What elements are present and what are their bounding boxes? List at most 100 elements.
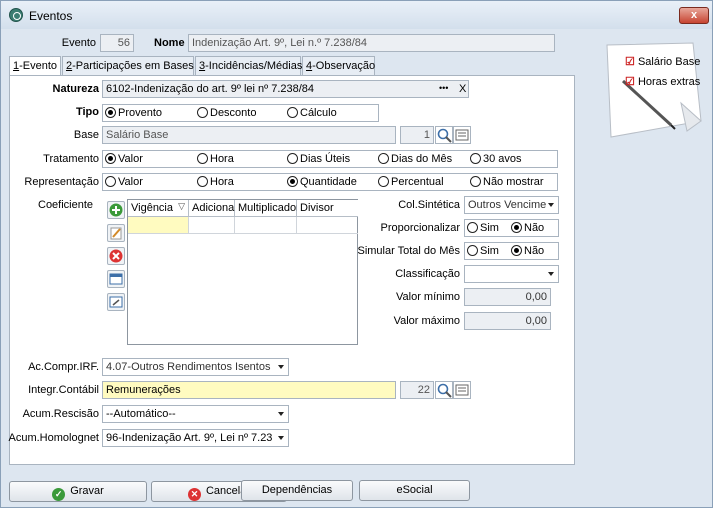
tipo-calculo[interactable]: Cálculo	[287, 107, 337, 119]
natureza-lookup-button[interactable]: •••	[439, 83, 448, 93]
properties-icon	[109, 296, 123, 308]
tratamento-label: Tratamento	[43, 153, 99, 165]
grid-delete-button[interactable]	[107, 247, 125, 265]
acum-homolognet-select[interactable]: 96-Indenização Art. 9º, Lei nº 7.23	[102, 429, 289, 447]
natureza-field[interactable]: 6102-Indenização do art. 9º lei nº 7.238…	[102, 80, 469, 98]
radio-icon	[105, 107, 116, 118]
valor-minimo-field[interactable]: 0,00	[464, 288, 551, 306]
tratamento-dias-uteis[interactable]: Dias Úteis	[287, 153, 350, 165]
grid-add-button[interactable]	[107, 201, 125, 219]
col-sintetica-label: Col.Sintética	[398, 199, 460, 211]
title-bar: Eventos x	[1, 1, 712, 29]
acum-homolognet-label: Acum.Homolognet	[8, 432, 100, 444]
tab-participacoes[interactable]: 2-Participações em Bases	[62, 56, 194, 75]
radio-icon	[511, 222, 522, 233]
list-icon	[455, 129, 469, 141]
proporcionalizar-nao[interactable]: Não	[511, 222, 544, 234]
delete-icon	[109, 249, 123, 263]
check-icon: ☑	[625, 76, 635, 88]
tratamento-dias-mes[interactable]: Dias do Mês	[378, 153, 452, 165]
close-button[interactable]: x	[679, 7, 709, 24]
chevron-down-icon	[278, 365, 284, 369]
ac-compr-label: Ac.Compr.IRF.	[28, 361, 99, 373]
grid-edit-button[interactable]	[107, 224, 125, 242]
col-multiplicador[interactable]: Multiplicador	[235, 200, 300, 217]
window-icon	[109, 273, 123, 285]
ac-compr-select[interactable]: 4.07-Outros Rendimentos Isentos	[102, 358, 289, 376]
tratamento-valor[interactable]: Valor	[105, 153, 143, 165]
radio-icon	[511, 245, 522, 256]
classificacao-select[interactable]	[464, 265, 559, 283]
tipo-provento[interactable]: Provento	[105, 107, 162, 119]
search-icon	[437, 383, 452, 398]
tratamento-30-avos[interactable]: 30 avos	[470, 153, 522, 165]
tab-observacao[interactable]: 4-Observação	[302, 56, 375, 75]
natureza-label: Natureza	[52, 83, 99, 95]
tipo-desconto[interactable]: Desconto	[197, 107, 256, 119]
radio-icon	[287, 176, 298, 187]
col-divisor[interactable]: Divisor	[297, 200, 358, 217]
grid-cell[interactable]	[297, 217, 358, 234]
chevron-down-icon	[278, 436, 284, 440]
representacao-radio-group: Valor Hora Quantidade Percentual Não mos…	[102, 173, 558, 191]
integr-search-button[interactable]	[435, 381, 453, 399]
natureza-clear-button[interactable]: X	[459, 83, 466, 95]
chevron-down-icon	[278, 412, 284, 416]
radio-icon	[105, 153, 116, 164]
window-title: Eventos	[29, 9, 73, 23]
evento-label: Evento	[61, 37, 96, 49]
radio-icon	[467, 222, 478, 233]
nome-label: Nome	[154, 37, 185, 49]
representacao-quantidade[interactable]: Quantidade	[287, 176, 357, 188]
grid-cell[interactable]	[128, 217, 189, 234]
tab-evento[interactable]: 1-Evento	[9, 56, 61, 76]
integr-code-field[interactable]: 22	[400, 381, 434, 399]
base-list-button[interactable]	[453, 126, 471, 144]
representacao-percentual[interactable]: Percentual	[378, 176, 444, 188]
tratamento-radio-group: Valor Hora Dias Úteis Dias do Mês 30 avo…	[102, 150, 558, 168]
radio-icon	[378, 176, 389, 187]
radio-icon	[197, 176, 208, 187]
dependencias-button[interactable]: Dependências	[241, 480, 353, 501]
integr-contabil-field[interactable]: Remunerações	[102, 381, 396, 399]
base-search-button[interactable]	[435, 126, 453, 144]
chevron-down-icon	[548, 203, 554, 207]
grid-cell[interactable]	[189, 217, 235, 234]
acum-rescisao-label: Acum.Rescisão	[22, 408, 99, 420]
tratamento-hora[interactable]: Hora	[197, 153, 234, 165]
proporcionalizar-label: Proporcionalizar	[380, 222, 460, 234]
col-sintetica-select[interactable]: Outros Vencime	[464, 196, 559, 214]
chevron-down-icon	[548, 272, 554, 276]
radio-icon	[287, 107, 298, 118]
proporcionalizar-sim[interactable]: Sim	[467, 222, 499, 234]
grid-properties-button[interactable]	[107, 293, 125, 311]
col-vigencia[interactable]: Vigência ▽	[128, 200, 189, 217]
coeficiente-grid[interactable]: Vigência ▽ Adicional Multiplicador Diviso…	[127, 199, 358, 345]
radio-icon	[470, 176, 481, 187]
integr-list-button[interactable]	[453, 381, 471, 399]
representacao-valor[interactable]: Valor	[105, 176, 143, 188]
proporcionalizar-radio-group: Sim Não	[464, 219, 559, 237]
grid-cell[interactable]	[235, 217, 297, 234]
valor-minimo-label: Valor mínimo	[396, 291, 460, 303]
classificacao-label: Classificação	[395, 268, 460, 280]
list-icon	[455, 384, 469, 396]
gravar-button[interactable]: ✓ Gravar	[9, 481, 147, 502]
radio-icon	[378, 153, 389, 164]
representacao-nao-mostrar[interactable]: Não mostrar	[470, 176, 544, 188]
col-adicional[interactable]: Adicional	[189, 200, 237, 217]
tab-incidencias[interactable]: 3-Incidências/Médias	[195, 56, 302, 75]
simular-sim[interactable]: Sim	[467, 245, 499, 257]
grid-window-button[interactable]	[107, 270, 125, 288]
base-code-field[interactable]: 1	[400, 126, 434, 144]
valor-maximo-label: Valor máximo	[393, 315, 460, 327]
simular-radio-group: Sim Não	[464, 242, 559, 260]
acum-rescisao-select[interactable]: --Automático--	[102, 405, 289, 423]
sort-icon: ▽	[178, 201, 185, 211]
base-field[interactable]: Salário Base	[102, 126, 396, 144]
representacao-hora[interactable]: Hora	[197, 176, 234, 188]
simular-nao[interactable]: Não	[511, 245, 544, 257]
nome-field[interactable]: Indenização Art. 9º, Lei n.º 7.238/84	[188, 34, 555, 52]
esocial-button[interactable]: eSocial	[359, 480, 470, 501]
valor-maximo-field[interactable]: 0,00	[464, 312, 551, 330]
